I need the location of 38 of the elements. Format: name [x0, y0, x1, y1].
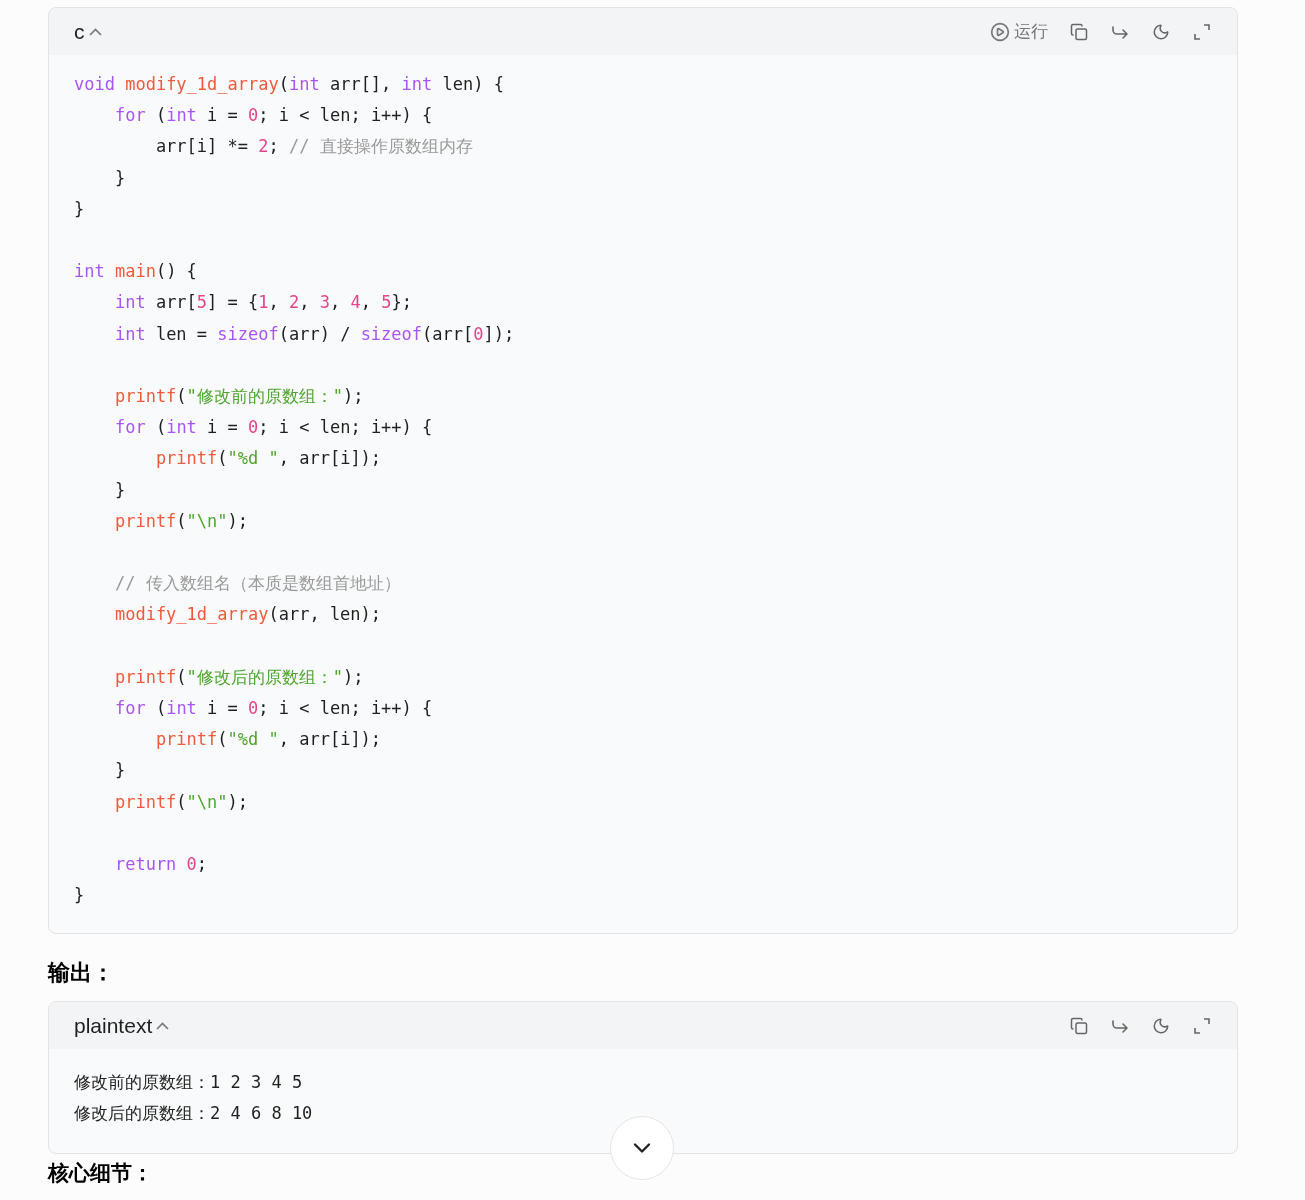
code-line: printf("\n");: [113, 509, 249, 533]
code-line: int len = sizeof(arr) / sizeof(arr[0]);: [113, 322, 515, 346]
code-line: }: [113, 759, 126, 783]
code-line: }: [113, 478, 126, 502]
fullscreen-icon[interactable]: [1192, 21, 1212, 42]
play-icon: [990, 21, 1010, 42]
language-toggle[interactable]: c: [74, 15, 102, 48]
code-line: void modify_1d_array(int arr[], int len) {: [74, 73, 504, 96]
code-line: int arr[5] = {1, 2, 3, 4, 5};: [113, 291, 412, 315]
code-line: arr[i] *= 2; // 直接操作原数组内存: [154, 135, 473, 159]
output-line: 修改后的原数组：2 4 6 8 10: [74, 1102, 313, 1126]
language-toggle[interactable]: plaintext: [74, 1010, 170, 1042]
code-line: return 0;: [113, 853, 208, 876]
moon-icon[interactable]: [1152, 22, 1170, 41]
copy-icon[interactable]: [1070, 22, 1088, 41]
run-button[interactable]: 运行: [990, 18, 1048, 45]
code-line: for (int i = 0; i < len; i++) {: [113, 416, 433, 440]
code-line: printf("%d ", arr[i]);: [154, 447, 382, 471]
code-line: for (int i = 0; i < len; i++) {: [113, 104, 433, 128]
code-line: printf("修改前的原数组：");: [113, 385, 364, 408]
code-line: modify_1d_array(arr, len);: [113, 603, 382, 627]
copy-icon[interactable]: [1070, 1016, 1088, 1035]
code-line: printf("修改后的原数组：");: [113, 665, 364, 689]
moon-icon[interactable]: [1152, 1016, 1170, 1035]
section-heading: 核心细节：: [48, 1162, 153, 1184]
code-line: printf("\n");: [113, 790, 249, 814]
code-line: }: [74, 884, 85, 908]
output-line: 修改前的原数组：1 2 3 4 5: [74, 1071, 303, 1095]
section-heading: 输出：: [48, 959, 114, 988]
fullscreen-icon[interactable]: [1192, 1015, 1212, 1036]
code-line: }: [74, 197, 85, 221]
chevron-up-icon: [156, 1021, 170, 1030]
code-line: int main() {: [74, 260, 197, 284]
code-line: printf("%d ", arr[i]);: [154, 728, 382, 752]
chevron-up-icon: [88, 27, 102, 36]
code-line: // 传入数组名（本质是数组首地址）: [113, 572, 401, 596]
code-line: }: [113, 166, 126, 190]
code-line: for (int i = 0; i < len; i++) {: [113, 697, 433, 720]
